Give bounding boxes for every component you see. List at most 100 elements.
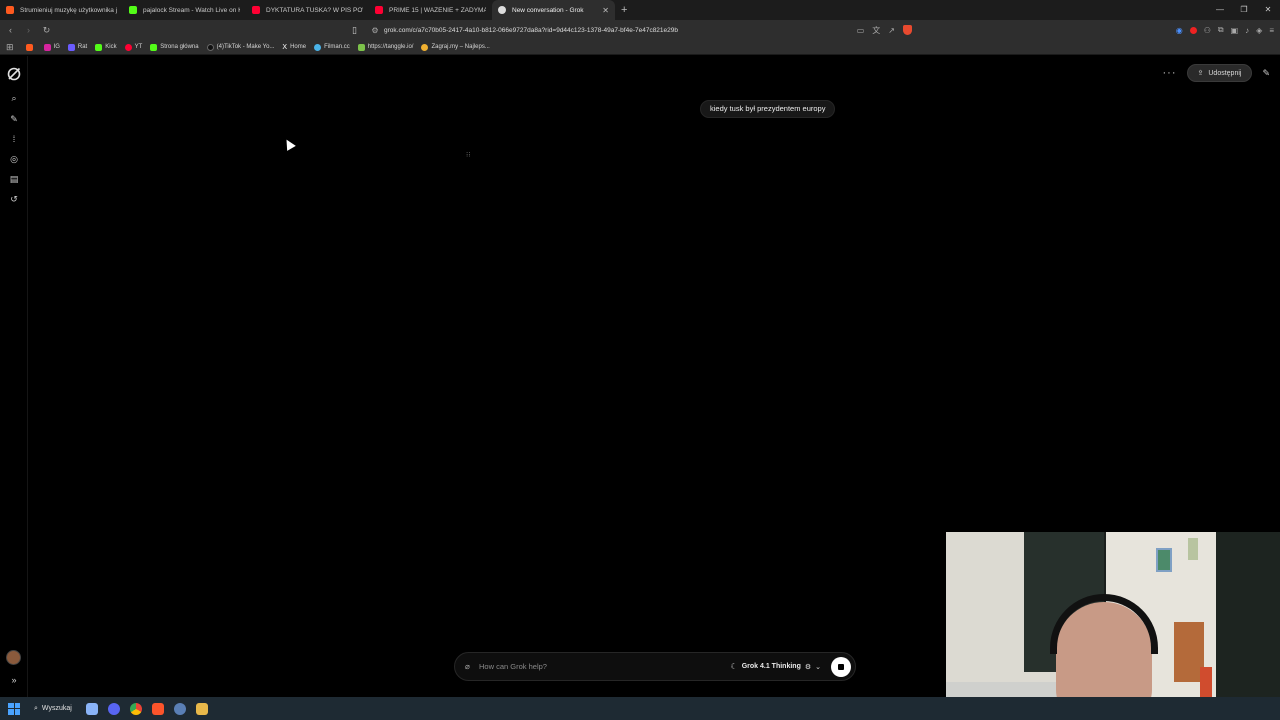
webcam-object <box>1200 667 1212 697</box>
model-settings-icon: ⚙ <box>804 663 812 671</box>
webcam-picture <box>1156 548 1172 572</box>
tab-strip: Strumieniuj muzykę użytkownika jm... paj… <box>0 0 1280 20</box>
bookmark-item[interactable]: YT <box>124 43 142 51</box>
browser-tab-4[interactable]: PRIME 15 | WAŻENIE + ZADYMA - Yo... <box>369 0 492 20</box>
discord-icon[interactable] <box>107 702 120 715</box>
file-explorer-icon[interactable] <box>85 702 98 715</box>
imagine-icon[interactable]: ◎ <box>7 152 21 166</box>
new-tab-button[interactable]: + <box>615 4 633 16</box>
bookmark-favicon-icon <box>206 43 214 51</box>
back-icon[interactable]: ‹ <box>3 25 18 35</box>
browser-tab-1[interactable]: Strumieniuj muzykę użytkownika jm... <box>0 0 123 20</box>
tab-favicon-icon <box>129 6 137 14</box>
tab-title: Strumieniuj muzykę użytkownika jm... <box>20 6 117 14</box>
bookmark-item[interactable]: X Home <box>282 44 306 51</box>
bookmark-favicon-icon <box>95 43 103 51</box>
menu-icon[interactable]: ≡ <box>1269 26 1274 35</box>
reload-icon[interactable]: ↻ <box>39 25 54 36</box>
browser-tab-active[interactable]: New conversation - Grok ✕ <box>492 0 615 20</box>
url-text[interactable]: grok.com/c/a7c70b05-2417-4a10-b812-066e9… <box>384 27 849 34</box>
bookmark-favicon-icon <box>43 43 51 51</box>
history-icon[interactable]: ↺ <box>7 192 21 206</box>
model-selector[interactable]: ☾ Grok 4.1 Thinking ⚙ ⌄ <box>731 662 821 671</box>
avatar[interactable] <box>6 650 21 665</box>
chrome-icon[interactable] <box>129 702 142 715</box>
thinking-moon-icon: ☾ <box>730 662 738 671</box>
browser-tab-3[interactable]: DYKTATURA TUSKA? W PIS POWARI... <box>246 0 369 20</box>
projects-icon[interactable]: ▤ <box>7 172 21 186</box>
bookmark-item[interactable]: https://tanggle.io/ <box>357 43 413 51</box>
bookmarks-bar: ⊞ IG Rat Kick YT Strona główna (4)TikTok… <box>0 40 1280 55</box>
model-label: Grok 4.1 Thinking <box>741 663 801 670</box>
stop-icon <box>838 663 844 670</box>
bookmark-item[interactable]: Kick <box>95 43 117 51</box>
bookmark-favicon-icon <box>314 43 322 51</box>
apps-grid-icon[interactable]: ⊞ <box>6 42 14 53</box>
upload-icon: ⇪ <box>1197 70 1204 77</box>
webcam-overlay <box>946 532 1280 720</box>
voice-icon[interactable]: ⁞ <box>7 132 21 146</box>
chromium-icon[interactable] <box>173 702 186 715</box>
bookmark-favicon-icon: X <box>282 43 288 51</box>
address-bar[interactable]: ▯ ⚙ grok.com/c/a7c70b05-2417-4a10-b812-0… <box>352 22 912 38</box>
extensions-icon[interactable]: ⧉ <box>1218 25 1224 35</box>
taskbar-search-label: Wyszukaj <box>41 705 72 712</box>
site-settings-icon[interactable]: ⚙ <box>366 26 384 35</box>
windows-start-icon[interactable] <box>8 702 20 715</box>
tab-title: New conversation - Grok <box>512 6 584 14</box>
share-label: Udostępnij <box>1208 69 1242 77</box>
brave-icon[interactable] <box>151 702 164 715</box>
bookmark-item[interactable] <box>25 43 36 51</box>
share-button[interactable]: ⇪ Udostępnij <box>1186 64 1253 82</box>
brave-shield-icon[interactable] <box>903 25 912 35</box>
bookmark-favicon-icon <box>25 43 33 51</box>
taskbar-search[interactable]: ⌕ Wyszukaj <box>34 705 72 713</box>
record-icon[interactable] <box>1189 26 1197 34</box>
grok-logo-icon[interactable] <box>6 66 22 82</box>
more-options-icon[interactable]: ··· <box>1163 67 1177 79</box>
music-icon[interactable]: ♪ <box>1245 26 1249 35</box>
cast-icon[interactable]: ▭ <box>857 26 865 35</box>
bookmark-favicon-icon <box>150 43 158 51</box>
bookmark-item[interactable]: (4)TikTok - Make Yo... <box>206 43 274 51</box>
bookmark-item[interactable]: Strona główna <box>150 43 199 51</box>
forward-icon[interactable]: › <box>21 25 36 35</box>
search-icon: ⌕ <box>34 704 38 712</box>
bookmark-favicon-icon <box>67 43 75 51</box>
stop-generation-button[interactable] <box>831 656 851 677</box>
restore-icon[interactable]: ❐ <box>1232 0 1256 20</box>
expand-sidebar-icon[interactable]: » <box>7 673 21 687</box>
bookmark-favicon-icon <box>421 43 429 51</box>
bookmark-item[interactable]: Zagraj.my – Najleps... <box>421 43 490 51</box>
bookmark-item[interactable]: IG <box>43 43 60 51</box>
bookmark-item[interactable]: Rat <box>67 43 87 51</box>
bookmark-item[interactable]: Filman.cc <box>314 43 350 51</box>
webcam-poster <box>1188 538 1198 560</box>
close-window-icon[interactable]: ✕ <box>1256 0 1280 20</box>
search-icon[interactable]: ⌕ <box>7 91 21 105</box>
sidebar-toggle-icon[interactable]: ▣ <box>1231 26 1239 35</box>
attach-icon[interactable]: ⌀ <box>465 662 479 671</box>
bookmark-favicon-icon <box>357 43 365 51</box>
wallet-icon[interactable]: ◈ <box>1256 26 1262 35</box>
tab-favicon-icon <box>6 6 14 14</box>
audio-icon[interactable]: ◉ <box>1176 26 1183 35</box>
vpn-icon[interactable]: ⚇ <box>1204 26 1211 35</box>
grok-favicon-icon <box>498 6 506 14</box>
tab-favicon-icon <box>252 6 260 14</box>
tab-title: pajalock Stream - Watch Live on Kick <box>143 6 240 14</box>
browser-tab-2[interactable]: pajalock Stream - Watch Live on Kick <box>123 0 246 20</box>
close-tab-icon[interactable]: ✕ <box>602 6 609 15</box>
app-icon[interactable] <box>195 702 208 715</box>
new-chat-icon[interactable]: ✎ <box>1262 68 1270 79</box>
minimize-icon[interactable]: — <box>1208 0 1232 20</box>
chat-input[interactable] <box>479 662 731 671</box>
mouse-cursor-icon <box>282 137 296 151</box>
header-actions: ··· ⇪ Udostępnij ✎ <box>1163 64 1270 82</box>
share-page-icon[interactable]: ↗ <box>888 26 895 35</box>
bookmark-icon[interactable]: ▯ <box>352 25 366 36</box>
window-controls: — ❐ ✕ <box>1208 0 1280 20</box>
os-taskbar: ⌕ Wyszukaj <box>0 697 1280 720</box>
translate-icon[interactable]: 文 <box>872 25 880 36</box>
new-chat-edit-icon[interactable]: ✎ <box>7 112 21 126</box>
